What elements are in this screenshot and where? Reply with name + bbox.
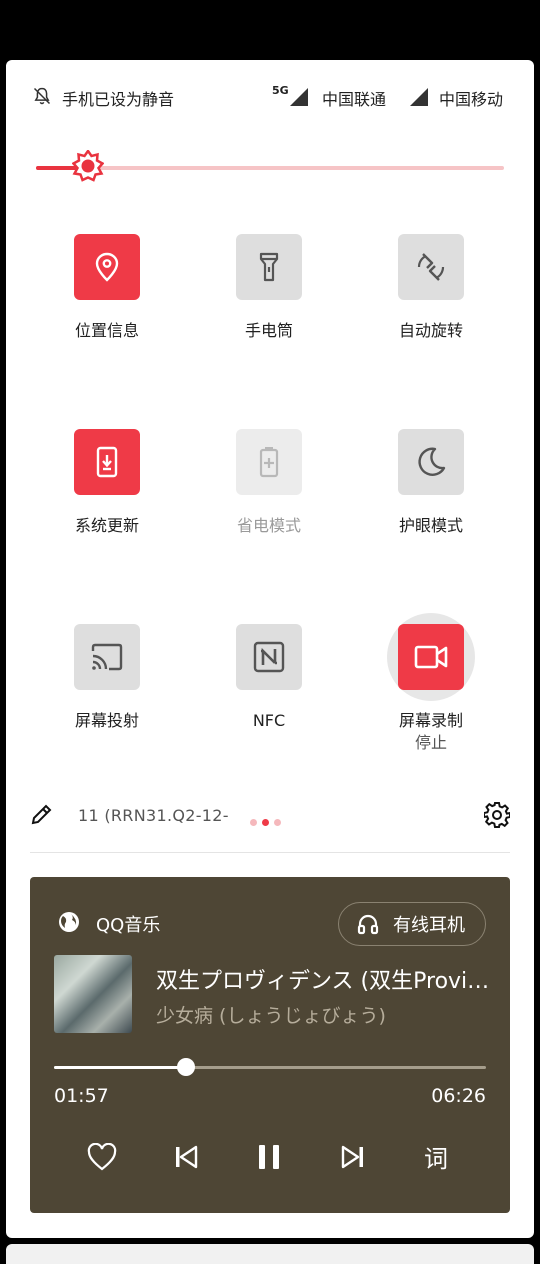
brightness-slider[interactable] <box>36 150 504 182</box>
moon-icon <box>418 447 446 476</box>
lyrics-button[interactable]: 词 <box>424 1139 448 1174</box>
output-device-button[interactable]: 有线耳机 <box>338 902 486 946</box>
tile-flashlight[interactable]: 手电筒 <box>204 234 334 342</box>
tile-battery-saver-button[interactable] <box>236 429 302 495</box>
pause-button[interactable] <box>251 1139 287 1175</box>
pause-icon <box>259 1145 279 1169</box>
rotate-icon <box>417 253 445 281</box>
tile-label: 屏幕录制 <box>398 711 463 730</box>
signal-icon <box>410 88 428 106</box>
qs-footer: 11 (RRN31.Q2-12- <box>6 800 534 832</box>
skip-previous-icon <box>176 1145 198 1169</box>
skip-next-icon <box>341 1145 363 1169</box>
settings-gear-icon[interactable] <box>484 802 510 828</box>
tile-location-button[interactable] <box>74 234 140 300</box>
tile-auto-rotate-button[interactable] <box>398 234 464 300</box>
song-title: 双生プロヴィデンス (双生Providence) <box>156 969 490 994</box>
heart-icon <box>87 1143 117 1171</box>
tile-label: 手电筒 <box>244 321 293 340</box>
tile-screen-cast-button[interactable] <box>74 624 140 690</box>
tile-nfc-button[interactable] <box>236 624 302 690</box>
media-app-name: QQ音乐 <box>96 915 161 936</box>
tile-eye-comfort-button[interactable] <box>398 429 464 495</box>
mute-status-text: 手机已设为静音 <box>62 90 175 109</box>
media-player-card[interactable]: QQ音乐 有线耳机 双生プロヴィデンス (双生Providence) 少女病 (… <box>30 877 510 1213</box>
tile-location[interactable]: 位置信息 <box>42 234 172 342</box>
tile-eye-comfort[interactable]: 护眼模式 <box>366 429 496 537</box>
next-notification-peek <box>6 1244 534 1264</box>
bell-off-icon <box>33 87 51 105</box>
tile-label: 屏幕投射 <box>74 711 139 730</box>
tile-auto-rotate[interactable]: 自动旋转 <box>366 234 496 342</box>
tile-nfc[interactable]: NFC <box>204 624 334 732</box>
video-camera-icon <box>414 645 448 669</box>
edit-pencil-icon[interactable] <box>30 802 54 826</box>
headphones-icon <box>357 914 379 935</box>
tile-label: 位置信息 <box>74 321 139 340</box>
page-indicator <box>250 811 286 830</box>
like-button[interactable] <box>84 1139 120 1175</box>
quick-settings-panel: 手机已设为静音 5G 中国联通 中国移动 位置信息 手电筒 自动旋转 系统更新 … <box>6 60 534 1238</box>
cast-icon <box>91 643 123 671</box>
nfc-icon <box>253 641 285 673</box>
artist-name: 少女病 (しょうじょびょう) <box>156 1005 386 1027</box>
tile-screen-cast[interactable]: 屏幕投射 <box>42 624 172 732</box>
signal-icon <box>290 88 308 106</box>
output-device-label: 有线耳机 <box>393 915 465 936</box>
tile-screen-record-button[interactable] <box>398 624 464 690</box>
tile-sublabel: 停止 <box>414 733 447 752</box>
location-icon <box>95 252 119 282</box>
network-type-badge: 5G <box>272 84 289 97</box>
album-cover <box>54 955 132 1033</box>
playback-seekbar[interactable] <box>54 1058 486 1076</box>
current-time: 01:57 <box>54 1085 109 1107</box>
globe-icon <box>59 912 79 932</box>
previous-button[interactable] <box>168 1139 204 1175</box>
next-button[interactable] <box>335 1139 371 1175</box>
tile-system-update-button[interactable] <box>74 429 140 495</box>
tile-label: 系统更新 <box>74 516 139 535</box>
page-dot-active <box>262 819 269 826</box>
seekbar-played <box>54 1066 186 1069</box>
tile-screen-record[interactable]: 屏幕录制 停止 <box>366 613 496 754</box>
tile-flashlight-button[interactable] <box>236 234 302 300</box>
tile-battery-saver[interactable]: 省电模式 <box>204 429 334 537</box>
system-update-icon <box>96 446 118 478</box>
battery-saver-icon <box>259 447 279 478</box>
carrier-1-label: 中国联通 <box>322 90 387 109</box>
status-row: 手机已设为静音 5G 中国联通 中国移动 <box>6 82 534 112</box>
tile-label: 省电模式 <box>236 516 301 535</box>
flashlight-icon <box>259 252 279 282</box>
divider <box>30 852 510 853</box>
sun-icon[interactable] <box>72 150 104 182</box>
seekbar-thumb[interactable] <box>176 1058 195 1076</box>
tile-label: 自动旋转 <box>398 321 463 340</box>
tile-system-update[interactable]: 系统更新 <box>42 429 172 537</box>
page-dot <box>250 819 257 826</box>
build-number: 11 (RRN31.Q2-12- <box>78 806 229 825</box>
total-time: 06:26 <box>431 1085 486 1107</box>
tile-label: 护眼模式 <box>398 516 463 535</box>
carrier-2-label: 中国移动 <box>439 90 504 109</box>
page-dot <box>274 819 281 826</box>
tile-label: NFC <box>252 711 286 730</box>
